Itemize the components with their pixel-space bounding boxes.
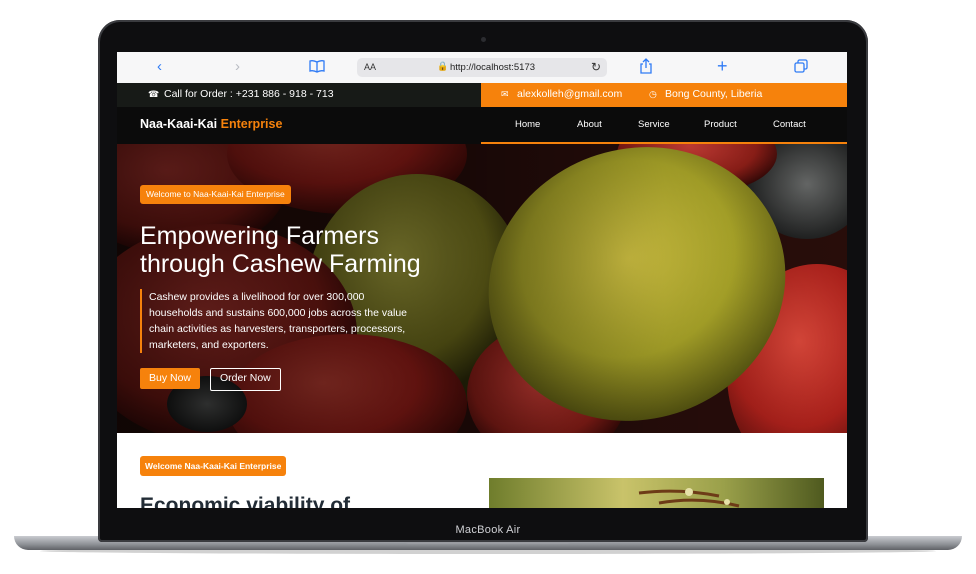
address-bar[interactable]: AA 🔒 http://localhost:5173 ↻ xyxy=(357,58,607,77)
browser-screen: ‹ › AA 🔒 http://localhost:5173 ↻ + ☎ Call… xyxy=(117,52,847,508)
hero-badge: Welcome to Naa-Kaai-Kai Enterprise xyxy=(140,185,291,204)
share-icon[interactable] xyxy=(639,58,653,79)
nav-about[interactable]: About xyxy=(577,119,602,130)
top-info-left: ☎ Call for Order : +231 886 - 918 - 713 xyxy=(117,83,481,107)
back-icon[interactable]: ‹ xyxy=(157,58,162,76)
new-tab-icon[interactable]: + xyxy=(717,57,728,75)
about-heading: Economic viability of xyxy=(140,494,351,508)
location-info: ◷ Bong County, Liberia xyxy=(649,88,762,100)
forward-icon[interactable]: › xyxy=(235,58,240,76)
reload-icon[interactable]: ↻ xyxy=(591,60,601,74)
reader-text-size[interactable]: AA xyxy=(364,62,376,72)
clock-icon: ◷ xyxy=(649,89,657,99)
hero-title-line1: Empowering Farmers xyxy=(140,222,379,250)
brand-logo[interactable]: Naa-Kaai-Kai Enterprise xyxy=(140,117,282,131)
camera xyxy=(481,37,486,42)
nav-product[interactable]: Product xyxy=(704,119,737,130)
phone-text: Call for Order : +231 886 - 918 - 713 xyxy=(164,88,334,100)
top-info-bar: ☎ Call for Order : +231 886 - 918 - 713 ✉… xyxy=(117,83,847,107)
tabs-icon[interactable] xyxy=(794,59,808,78)
hero-title-line2: through Cashew Farming xyxy=(140,250,421,278)
browser-toolbar: ‹ › AA 🔒 http://localhost:5173 ↻ + xyxy=(117,52,847,84)
brand-name: Naa-Kaai-Kai xyxy=(140,117,218,131)
lock-icon: 🔒 xyxy=(437,61,449,71)
hero-section: Welcome to Naa-Kaai-Kai Enterprise Empow… xyxy=(117,144,847,433)
url-text[interactable]: http://localhost:5173 xyxy=(450,62,535,73)
nav-contact[interactable]: Contact xyxy=(773,119,806,130)
location-text: Bong County, Liberia xyxy=(665,88,763,100)
device-model-label: MacBook Air xyxy=(455,524,521,536)
email-info[interactable]: ✉ alexkolleh@gmail.com xyxy=(501,88,622,100)
order-now-button[interactable]: Order Now xyxy=(210,368,281,391)
about-section: Welcome Naa-Kaai-Kai Enterprise Economic… xyxy=(117,433,847,508)
about-image xyxy=(489,478,824,508)
about-badge: Welcome Naa-Kaai-Kai Enterprise xyxy=(140,456,287,476)
hero-title: Empowering Farmers through Cashew Farmin… xyxy=(140,222,500,278)
buy-now-button[interactable]: Buy Now xyxy=(140,368,201,389)
nav-home[interactable]: Home xyxy=(515,119,540,130)
top-info-right: ✉ alexkolleh@gmail.com ◷ Bong County, Libe… xyxy=(481,83,847,107)
main-navbar: Naa-Kaai-Kai Enterprise Home About Servi… xyxy=(117,107,847,144)
mail-icon: ✉ xyxy=(501,89,509,99)
nav-service[interactable]: Service xyxy=(638,119,670,130)
bookmarks-icon[interactable] xyxy=(309,59,325,78)
brand-accent: Enterprise xyxy=(220,117,283,131)
hero-description: Cashew provides a livelihood for over 30… xyxy=(140,289,411,353)
phone-info[interactable]: ☎ Call for Order : +231 886 - 918 - 713 xyxy=(148,88,334,100)
phone-icon: ☎ xyxy=(148,89,160,99)
email-text: alexkolleh@gmail.com xyxy=(517,88,623,100)
